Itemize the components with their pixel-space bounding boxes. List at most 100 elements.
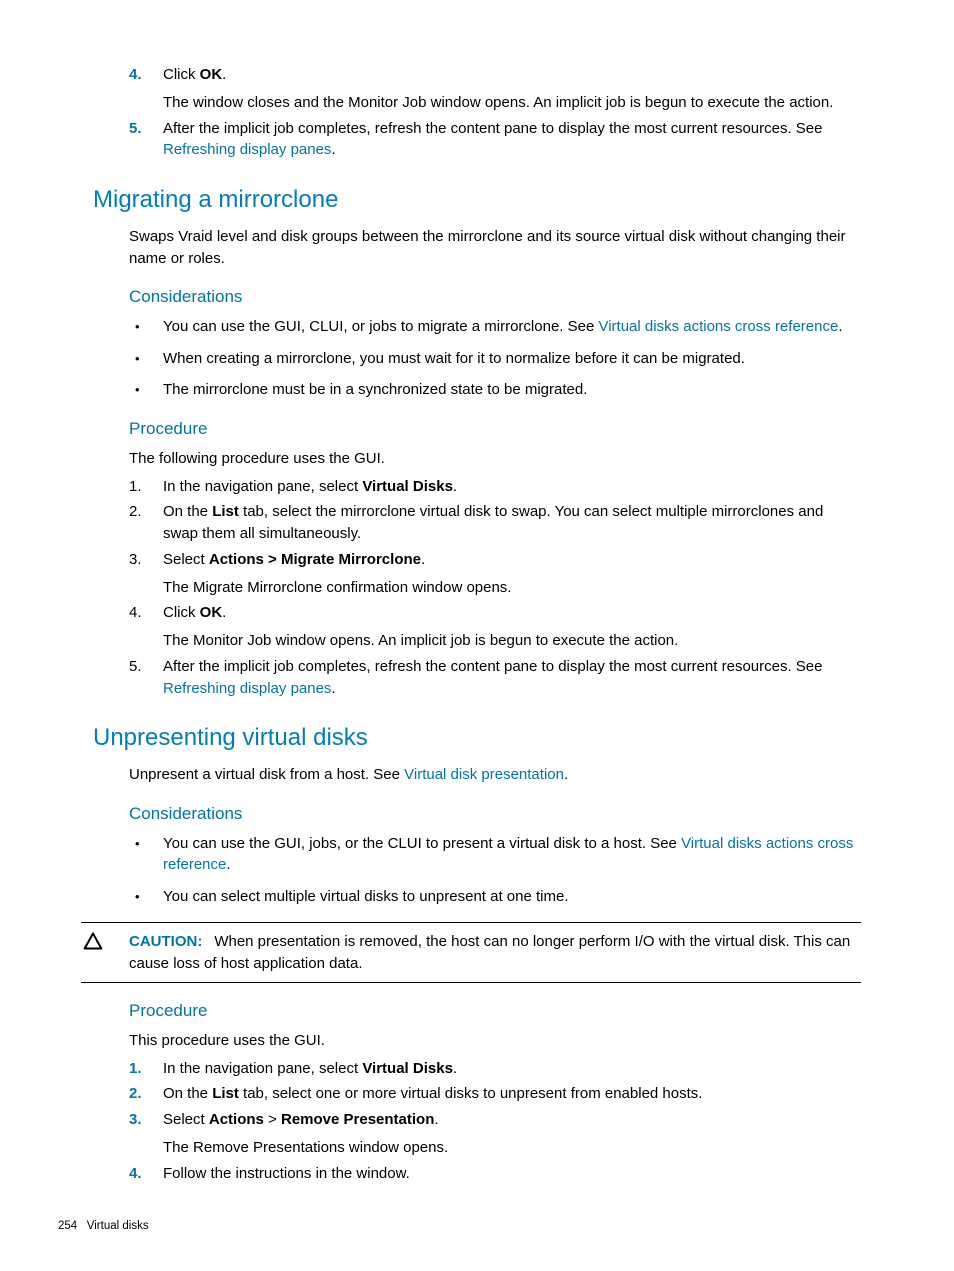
- step-1: 1. In the navigation pane, select Virtua…: [129, 1058, 861, 1080]
- bold: OK: [200, 66, 223, 83]
- caution-label: CAUTION:: [129, 933, 202, 950]
- step-marker: 2.: [129, 501, 163, 545]
- text: .: [838, 318, 842, 335]
- step-marker: 5.: [129, 118, 163, 162]
- list-item: You can select multiple virtual disks to…: [129, 886, 861, 908]
- text: When creating a mirrorclone, you must wa…: [163, 348, 861, 370]
- page-footer: 254 Virtual disks: [58, 1218, 149, 1235]
- link-vd-presentation[interactable]: Virtual disk presentation: [404, 766, 564, 783]
- step-4: 4. Follow the instructions in the window…: [129, 1163, 861, 1185]
- step-body: On the List tab, select the mirrorclone …: [163, 501, 861, 545]
- bold: List: [212, 1085, 239, 1102]
- step-marker: 3.: [129, 1109, 163, 1159]
- text: On the: [163, 503, 212, 520]
- step-sub: The Monitor Job window opens. An implici…: [163, 630, 861, 652]
- heading-considerations: Considerations: [129, 285, 861, 310]
- list-item: The mirrorclone must be in a synchronize…: [129, 379, 861, 401]
- text: tab, select one or more virtual disks to…: [239, 1085, 703, 1102]
- text: In the navigation pane, select: [163, 1060, 362, 1077]
- text: tab, select the mirrorclone virtual disk…: [163, 503, 823, 542]
- step-body: In the navigation pane, select Virtual D…: [163, 1058, 861, 1080]
- bullet-icon: [129, 379, 163, 401]
- step-body: Click OK. The window closes and the Moni…: [163, 64, 861, 114]
- step-sub: The Migrate Mirrorclone confirmation win…: [163, 577, 861, 599]
- procedure-intro: The following procedure uses the GUI.: [129, 448, 861, 470]
- bold: Actions > Migrate Mirrorclone: [209, 551, 421, 568]
- bullet-icon: [129, 886, 163, 908]
- page-content: 4. Click OK. The window closes and the M…: [129, 64, 861, 1184]
- bullet-icon: [129, 316, 163, 338]
- step-body: Select Actions > Migrate Mirrorclone. Th…: [163, 549, 861, 599]
- heading-procedure: Procedure: [129, 999, 861, 1024]
- footer-section: Virtual disks: [87, 1220, 149, 1232]
- text: .: [331, 141, 335, 158]
- link-refreshing-panes[interactable]: Refreshing display panes: [163, 141, 331, 158]
- caution-icon: [81, 931, 129, 975]
- step-body: Select Actions > Remove Presentation. Th…: [163, 1109, 861, 1159]
- heading-migrating: Migrating a mirrorclone: [93, 183, 861, 218]
- step-5: 5. After the implicit job completes, ref…: [129, 656, 861, 700]
- heading-procedure: Procedure: [129, 417, 861, 442]
- text: .: [421, 551, 425, 568]
- bold: Virtual Disks: [362, 1060, 453, 1077]
- text: You can use the GUI, CLUI, or jobs to mi…: [163, 318, 598, 335]
- step-2: 2. On the List tab, select the mirrorclo…: [129, 501, 861, 545]
- text: In the navigation pane, select: [163, 478, 362, 495]
- text: Unpresent a virtual disk from a host. Se…: [129, 766, 404, 783]
- text: .: [434, 1111, 438, 1128]
- bold: Actions: [209, 1111, 264, 1128]
- list-item: You can use the GUI, CLUI, or jobs to mi…: [129, 316, 861, 338]
- step-marker: 3.: [129, 549, 163, 599]
- step-marker: 4.: [129, 602, 163, 652]
- bold: OK: [200, 604, 223, 621]
- step-body: Follow the instructions in the window.: [163, 1163, 861, 1185]
- step-4: 4. Click OK. The window closes and the M…: [129, 64, 861, 114]
- step-marker: 4.: [129, 1163, 163, 1185]
- text: .: [222, 66, 226, 83]
- heading-considerations: Considerations: [129, 802, 861, 827]
- text: You can select multiple virtual disks to…: [163, 886, 861, 908]
- migrating-intro: Swaps Vraid level and disk groups betwee…: [129, 226, 861, 270]
- step-sub: The window closes and the Monitor Job wi…: [163, 92, 861, 114]
- text: .: [453, 1060, 457, 1077]
- text: .: [453, 478, 457, 495]
- caution-body: CAUTION:When presentation is removed, th…: [129, 931, 861, 975]
- text: Select: [163, 551, 209, 568]
- step-3: 3. Select Actions > Remove Presentation.…: [129, 1109, 861, 1159]
- text: .: [222, 604, 226, 621]
- page-number: 254: [58, 1220, 77, 1232]
- step-3: 3. Select Actions > Migrate Mirrorclone.…: [129, 549, 861, 599]
- text: After the implicit job completes, refres…: [163, 658, 823, 675]
- text: You can use the GUI, CLUI, or jobs to mi…: [163, 316, 861, 338]
- unpresenting-intro: Unpresent a virtual disk from a host. Se…: [129, 764, 861, 786]
- step-2: 2. On the List tab, select one or more v…: [129, 1083, 861, 1105]
- text: You can use the GUI, jobs, or the CLUI t…: [163, 833, 861, 877]
- procedure-intro: This procedure uses the GUI.: [129, 1030, 861, 1052]
- list-item: When creating a mirrorclone, you must wa…: [129, 348, 861, 370]
- step-marker: 5.: [129, 656, 163, 700]
- step-1: 1. In the navigation pane, select Virtua…: [129, 476, 861, 498]
- step-marker: 1.: [129, 1058, 163, 1080]
- caution-box: CAUTION:When presentation is removed, th…: [81, 922, 861, 984]
- step-body: After the implicit job completes, refres…: [163, 118, 861, 162]
- bullet-icon: [129, 833, 163, 877]
- step-marker: 4.: [129, 64, 163, 114]
- step-body: After the implicit job completes, refres…: [163, 656, 861, 700]
- text: Click: [163, 604, 200, 621]
- step-marker: 2.: [129, 1083, 163, 1105]
- link-actions-xref[interactable]: Virtual disks actions cross reference: [598, 318, 838, 335]
- text: Click: [163, 66, 200, 83]
- text: After the implicit job completes, refres…: [163, 120, 823, 137]
- text: You can use the GUI, jobs, or the CLUI t…: [163, 835, 681, 852]
- link-refreshing-panes[interactable]: Refreshing display panes: [163, 680, 331, 697]
- step-4: 4. Click OK. The Monitor Job window open…: [129, 602, 861, 652]
- text: .: [331, 680, 335, 697]
- heading-unpresenting: Unpresenting virtual disks: [93, 721, 861, 756]
- step-sub: The Remove Presentations window opens.: [163, 1137, 861, 1159]
- bold: Remove Presentation: [281, 1111, 434, 1128]
- step-body: In the navigation pane, select Virtual D…: [163, 476, 861, 498]
- bold: List: [212, 503, 239, 520]
- list-item: You can use the GUI, jobs, or the CLUI t…: [129, 833, 861, 877]
- step-body: Click OK. The Monitor Job window opens. …: [163, 602, 861, 652]
- bold: Virtual Disks: [362, 478, 453, 495]
